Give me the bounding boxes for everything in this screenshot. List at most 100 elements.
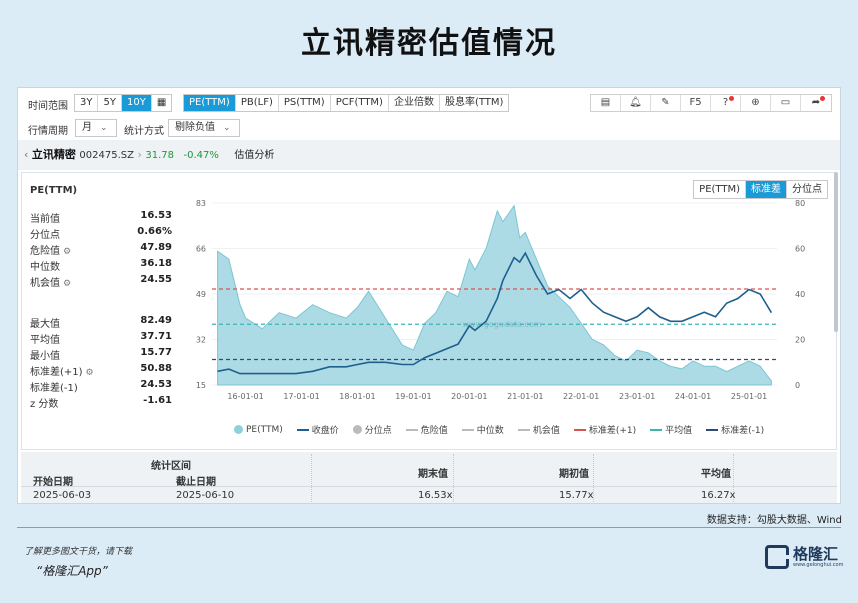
legend-marker — [352, 425, 362, 434]
period-select[interactable]: 月 ⌄ — [75, 119, 117, 137]
range-10y[interactable]: 10Y — [121, 95, 152, 111]
legend-marker — [405, 428, 418, 431]
legend-item[interactable]: 平均值 — [650, 423, 692, 436]
data-source: 数据支持：勾股大数据、Wind — [706, 515, 842, 526]
legend-marker — [650, 428, 663, 431]
logo-mark-icon — [765, 545, 789, 569]
y-left-tick-label: 15 — [196, 381, 206, 390]
gear-icon[interactable]: ⚙ — [63, 247, 71, 257]
share-icon[interactable]: ➦ — [801, 95, 831, 111]
legend-item[interactable]: 收盘价 — [296, 423, 339, 436]
scrollbar[interactable] — [834, 172, 838, 332]
stat-label: z 分数 — [30, 399, 59, 410]
col-average: 平均值 — [701, 469, 731, 480]
y-left-tick-label: 49 — [196, 290, 206, 299]
legend-item[interactable]: 危险值 — [405, 423, 448, 436]
x-tick-label: 19-01-01 — [395, 392, 431, 401]
legend-marker — [706, 428, 719, 431]
stat-label: 危险值 — [30, 246, 60, 257]
cell-start-value: 15.77x — [559, 490, 594, 501]
chart-card: PE(TTM) 当前值 16.53 分位点 0.66% 危险值 ⚙ 47.89 中位数 3… — [21, 172, 837, 450]
cell-end-value: 16.53x — [418, 490, 453, 501]
stat-value: -1.61 — [143, 395, 172, 406]
chart-legend: PE(TTM) 收盘价 分位点 危险值 中位数 机会值 标准差(+1) 平均值 标准差(-1) — [234, 423, 764, 436]
logo-text: 格隆汇 — [793, 545, 839, 563]
stock-name[interactable]: 立讯精密 — [32, 148, 76, 161]
stat-max: 最大值 82.49 — [30, 315, 172, 330]
period-value: 月 — [82, 122, 92, 133]
stat-value: 24.55 — [140, 274, 172, 285]
x-tick-label: 22-01-01 — [563, 392, 599, 401]
y-left-tick-label: 66 — [196, 245, 206, 254]
metric-ps[interactable]: PS(TTM) — [279, 95, 331, 111]
legend-marker — [573, 428, 586, 431]
stat-value: 15.77 — [140, 347, 172, 358]
time-range-group: 3Y 5Y 10Y ▦ — [74, 94, 173, 112]
legend-item[interactable]: 分位点 — [352, 423, 392, 436]
col-start-value: 期初值 — [559, 469, 589, 480]
edit-icon[interactable]: ✎ — [651, 95, 681, 111]
legend-item[interactable]: PE(TTM) — [234, 423, 283, 436]
legend-item[interactable]: 中位数 — [461, 423, 504, 436]
legend-label: 收盘价 — [311, 426, 339, 436]
screen-icon[interactable]: ▭ — [771, 95, 801, 111]
x-tick-label: 23-01-01 — [619, 392, 655, 401]
footer-note: 了解更多图文干货，请下载 — [24, 547, 133, 557]
metric-pcf[interactable]: PCF(TTM) — [331, 95, 389, 111]
stat-value: 0.66% — [137, 226, 172, 237]
valuation-panel: 时间范围 3Y 5Y 10Y ▦ PE(TTM) PB(LF) PS(TTM) … — [17, 87, 841, 504]
pe-area — [217, 204, 772, 386]
stat-danger: 危险值 ⚙ 47.89 — [30, 242, 172, 257]
stat-sd-plus: 标准差(+1) ⚙ 50.88 — [30, 363, 172, 378]
cell-start-date: 2025-06-03 — [33, 490, 92, 501]
metric-pe[interactable]: PE(TTM) — [184, 95, 236, 111]
stock-code: 002475.SZ — [79, 150, 134, 161]
legend-item[interactable]: 机会值 — [517, 423, 560, 436]
logo-url: www.gelonghui.com — [793, 562, 844, 568]
stat-label: 标准差(+1) — [30, 367, 83, 378]
metric-pb[interactable]: PB(LF) — [236, 95, 279, 111]
stat-label: 平均值 — [30, 335, 60, 346]
calendar-icon[interactable]: ▦ — [152, 95, 171, 111]
bell-icon[interactable]: 🔔︎ — [621, 95, 651, 111]
y-right-tick-label: 40 — [795, 290, 805, 299]
stock-change: -0.47% — [183, 150, 219, 161]
stat-percentile: 分位点 0.66% — [30, 226, 172, 241]
gear-icon[interactable]: ⚙ — [86, 368, 94, 378]
section-label: 估值分析 — [234, 150, 275, 161]
plus-icon[interactable]: ⊕ — [741, 95, 771, 111]
legend-marker — [517, 428, 530, 431]
help-icon[interactable]: ? — [711, 95, 741, 111]
metric-ev-multiple[interactable]: 企业倍数 — [389, 95, 440, 111]
legend-label: 标准差(-1) — [721, 426, 765, 436]
table-divider — [311, 454, 312, 502]
f5-button[interactable]: F5 — [681, 95, 711, 111]
chevron-down-icon: ⌄ — [223, 123, 231, 133]
stats-table: 统计区间 开始日期 截止日期 期末值 期初值 平均值 2025-06-03 20… — [21, 452, 837, 503]
method-select[interactable]: 剔除负值 ⌄ — [168, 119, 240, 137]
range-5y[interactable]: 5Y — [98, 95, 122, 111]
stat-value: 47.89 — [140, 242, 172, 253]
y-left-tick-label: 83 — [196, 199, 206, 208]
x-tick-label: 20-01-01 — [451, 392, 487, 401]
cell-end-date: 2025-06-10 — [176, 490, 235, 501]
legend-label: 分位点 — [364, 426, 392, 436]
x-tick-label: 16-01-01 — [227, 392, 263, 401]
legend-label: 平均值 — [665, 426, 693, 436]
stat-zscore: z 分数 -1.61 — [30, 395, 172, 410]
y-right-tick-label: 80 — [795, 199, 805, 208]
report-icon[interactable]: ▤ — [591, 95, 621, 111]
legend-item[interactable]: 标准差(-1) — [706, 423, 764, 436]
stats-heading: PE(TTM) — [30, 185, 78, 196]
legend-item[interactable]: 标准差(+1) — [573, 423, 637, 436]
stat-label: 机会值 — [30, 278, 60, 289]
gear-icon[interactable]: ⚙ — [63, 279, 71, 289]
legend-label: 标准差(+1) — [588, 426, 637, 436]
range-3y[interactable]: 3Y — [75, 95, 99, 111]
breadcrumb: ‹ 立讯精密 002475.SZ › 31.78 -0.47% 估值分析 — [18, 140, 840, 170]
legend-label: 中位数 — [476, 426, 504, 436]
gelonghui-logo: 格隆汇 www.gelonghui.com — [765, 545, 843, 569]
chevron-left-icon[interactable]: ‹ — [24, 148, 32, 161]
legend-marker — [234, 425, 243, 434]
metric-dividend-yield[interactable]: 股息率(TTM) — [440, 95, 508, 111]
